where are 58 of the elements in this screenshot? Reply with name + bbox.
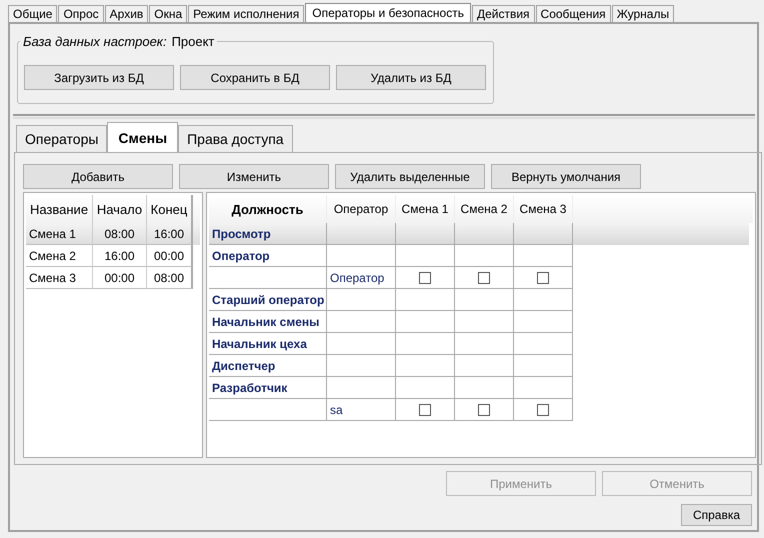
settings-tab[interactable]: Операторы и безопасность (305, 3, 471, 22)
role-row[interactable]: Просмотр (209, 223, 749, 245)
table-cell: 00:00 (93, 267, 147, 289)
shift-row[interactable]: Смена 1 08:00 16:00 (26, 223, 200, 245)
role-name: Диспетчер (209, 355, 327, 377)
operator-name: sa (327, 399, 396, 421)
subtab[interactable]: Смены (107, 122, 178, 152)
shift-checkbox[interactable] (478, 404, 490, 416)
group-value: Проект (172, 34, 214, 49)
role-row[interactable]: Диспетчер (209, 355, 753, 377)
group-caption: База данных настроек: (23, 34, 167, 49)
toolbar-button[interactable]: Удалить выделенные (335, 164, 485, 189)
db-button[interactable]: Сохранить в БД (180, 65, 330, 90)
operator-name: Оператор (327, 267, 396, 289)
role-row[interactable]: Оператор (209, 245, 753, 267)
db-button[interactable]: Удалить из БД (336, 65, 486, 90)
role-row[interactable]: Оператор (209, 267, 753, 289)
role-name: Начальник цеха (209, 333, 327, 355)
shift-checkbox[interactable] (478, 272, 490, 284)
role-name: Разработчик (209, 377, 327, 399)
table-cell: Смена 1 (26, 223, 93, 245)
table-cell: 08:00 (93, 223, 147, 245)
table-cell: Смена 3 (26, 267, 93, 289)
role-name: Просмотр (209, 223, 327, 245)
shift-checkbox[interactable] (419, 272, 431, 284)
role-row[interactable]: Начальник цеха (209, 333, 753, 355)
shift-checkbox[interactable] (537, 404, 549, 416)
role-row[interactable]: Начальник смены (209, 311, 753, 333)
settings-tab[interactable]: Общие (8, 5, 58, 22)
role-name: Оператор (209, 245, 327, 267)
toolbar-button[interactable]: Изменить (179, 164, 329, 189)
subtab[interactable]: Операторы (16, 125, 108, 152)
toolbar-button[interactable]: Вернуть умолчания (491, 164, 641, 189)
table-cell: 08:00 (147, 267, 193, 289)
role-name: Начальник смены (209, 311, 327, 333)
settings-tab[interactable]: Режим исполнения (188, 5, 304, 22)
role-name: Старший оператор (209, 289, 327, 311)
settings-tab[interactable]: Архив (104, 5, 148, 22)
toolbar-button[interactable]: Добавить (23, 164, 173, 189)
subtab[interactable]: Права доступа (178, 125, 293, 152)
settings-tab[interactable]: Действия (472, 5, 535, 22)
table-cell: 16:00 (93, 245, 147, 267)
table-cell: Смена 2 (26, 245, 93, 267)
help-button[interactable]: Справка (681, 504, 752, 526)
shift-checkbox[interactable] (419, 404, 431, 416)
role-row[interactable]: Старший оператор (209, 289, 753, 311)
settings-tab[interactable]: Окна (149, 5, 188, 22)
role-row[interactable]: Разработчик (209, 377, 753, 399)
table-cell: 00:00 (147, 245, 193, 267)
role-row[interactable]: sa (209, 399, 753, 421)
table-cell: 16:00 (147, 223, 193, 245)
settings-tab[interactable]: Опрос (58, 5, 104, 22)
shift-row[interactable]: Смена 2 16:00 00:00 (26, 245, 200, 267)
shift-row[interactable]: Смена 3 00:00 08:00 (26, 267, 200, 289)
settings-tab[interactable]: Журналы (612, 5, 674, 22)
settings-tab[interactable]: Сообщения (536, 5, 611, 22)
shift-checkbox[interactable] (537, 272, 549, 284)
db-button[interactable]: Загрузить из БД (24, 65, 174, 90)
